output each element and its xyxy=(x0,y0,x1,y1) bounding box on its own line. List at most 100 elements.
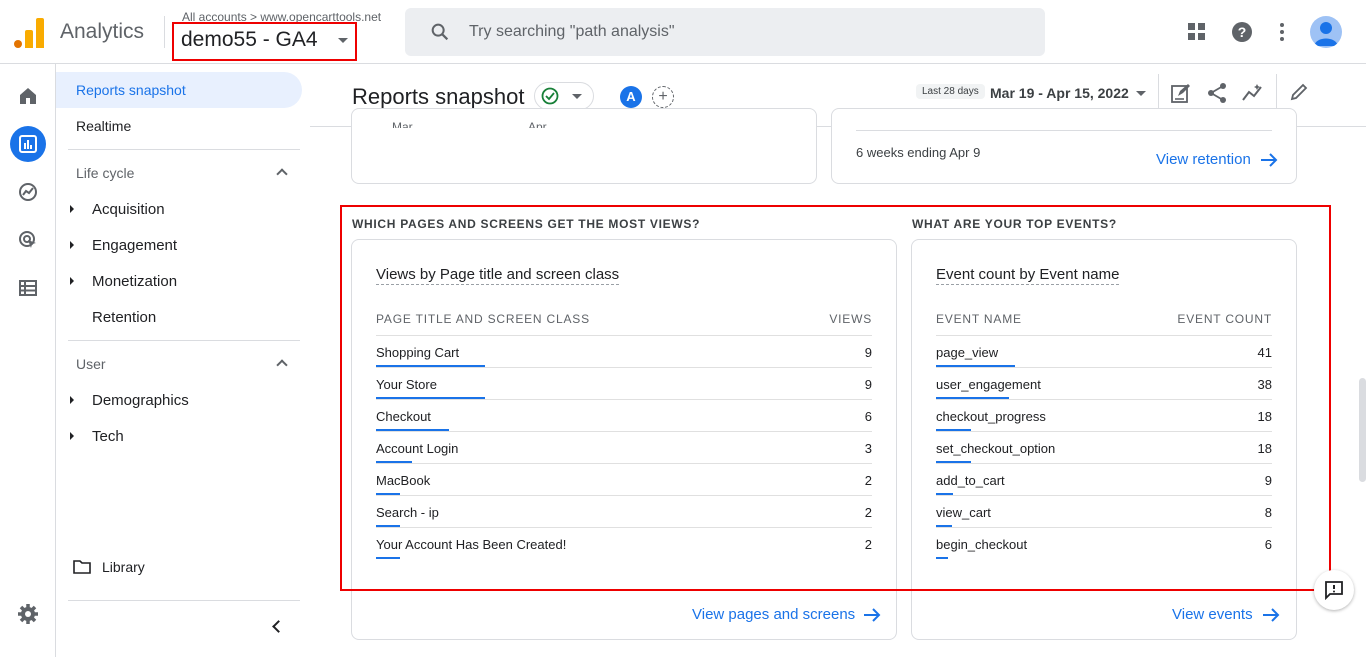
row-value: 2 xyxy=(864,505,872,520)
expand-arrow-icon[interactable] xyxy=(70,205,74,213)
feedback-button[interactable] xyxy=(1314,570,1354,610)
nav-acquisition[interactable]: Acquisition xyxy=(92,201,165,218)
help-icon[interactable]: ? xyxy=(1231,21,1253,43)
table-row[interactable]: Your Account Has Been Created! 2 xyxy=(376,527,872,559)
events-section-heading: WHAT ARE YOUR TOP EVENTS? xyxy=(912,217,1117,231)
row-label: set_checkout_option xyxy=(936,441,1056,456)
table-row[interactable]: Your Store 9 xyxy=(376,367,872,399)
search-bar[interactable]: Try searching "path analysis" xyxy=(405,8,1045,56)
row-label: Your Account Has Been Created! xyxy=(376,537,567,552)
nav-realtime[interactable]: Realtime xyxy=(76,118,131,134)
share-icon[interactable] xyxy=(1207,82,1227,104)
row-label: MacBook xyxy=(376,473,431,488)
table-row[interactable]: Shopping Cart 9 xyxy=(376,335,872,367)
row-value: 18 xyxy=(1257,409,1272,424)
expand-arrow-icon[interactable] xyxy=(70,396,74,404)
chevron-up-icon[interactable] xyxy=(276,359,288,371)
row-label: Search - ip xyxy=(376,505,439,520)
account-icon xyxy=(1314,22,1338,46)
svg-text:?: ? xyxy=(1238,24,1247,40)
expand-arrow-icon[interactable] xyxy=(70,432,74,440)
pages-card: Views by Page title and screen class PAG… xyxy=(351,239,897,640)
edit-icon[interactable] xyxy=(1289,82,1309,102)
nav-section-lifecycle[interactable]: Life cycle xyxy=(76,165,134,181)
customize-report-icon[interactable] xyxy=(1170,82,1192,104)
configure-icon[interactable] xyxy=(10,270,46,306)
pages-card-title[interactable]: Views by Page title and screen class xyxy=(376,266,620,285)
row-label: begin_checkout xyxy=(936,537,1028,552)
table-row[interactable]: Search - ip 2 xyxy=(376,495,872,527)
advertising-icon[interactable] xyxy=(10,222,46,258)
axis-label: Apr xyxy=(528,120,547,128)
apps-icon[interactable] xyxy=(1187,22,1207,42)
date-range-selector[interactable]: Mar 19 - Apr 15, 2022 xyxy=(990,85,1129,101)
nav-reports-snapshot[interactable]: Reports snapshot xyxy=(76,82,186,98)
view-pages-link[interactable]: View pages and screens xyxy=(692,606,855,623)
expand-arrow-icon[interactable] xyxy=(70,241,74,249)
arrow-right-icon[interactable] xyxy=(863,608,881,622)
table-row[interactable]: checkout_progress 18 xyxy=(936,399,1272,431)
reports-icon[interactable] xyxy=(10,126,46,162)
view-retention-link[interactable]: View retention xyxy=(1156,151,1251,168)
arrow-right-icon[interactable] xyxy=(1260,153,1278,167)
table-row[interactable]: set_checkout_option 18 xyxy=(936,431,1272,463)
report-content: Mar Apr 6 weeks ending Apr 9 View retent… xyxy=(310,108,1350,657)
table-row[interactable]: page_view 41 xyxy=(936,335,1272,367)
nav-engagement[interactable]: Engagement xyxy=(92,237,177,254)
property-highlight-box xyxy=(172,22,357,61)
scrollbar[interactable] xyxy=(1359,378,1366,482)
nav-retention[interactable]: Retention xyxy=(92,309,156,326)
explore-icon[interactable] xyxy=(10,174,46,210)
retention-note: 6 weeks ending Apr 9 xyxy=(856,145,981,160)
left-rail xyxy=(0,64,56,657)
nav-demographics[interactable]: Demographics xyxy=(92,392,189,409)
nav-section-user[interactable]: User xyxy=(76,356,106,372)
check-circle-icon xyxy=(541,87,559,105)
divider xyxy=(856,130,1272,131)
events-card-title[interactable]: Event count by Event name xyxy=(936,266,1120,285)
divider xyxy=(1158,74,1159,110)
table-row[interactable]: add_to_cart 9 xyxy=(936,463,1272,495)
row-value: 41 xyxy=(1257,345,1272,360)
previous-card-left: Mar Apr xyxy=(351,108,817,184)
table-row[interactable]: Checkout 6 xyxy=(376,399,872,431)
divider xyxy=(164,16,165,48)
events-card: Event count by Event name EVENT NAME EVE… xyxy=(911,239,1297,640)
feedback-icon xyxy=(1325,581,1343,600)
settings-icon[interactable] xyxy=(10,596,46,632)
table-row[interactable]: Account Login 3 xyxy=(376,431,872,463)
home-icon[interactable] xyxy=(10,78,46,114)
view-events-link[interactable]: View events xyxy=(1172,606,1253,623)
table-row[interactable]: view_cart 8 xyxy=(936,495,1272,527)
chevron-down-icon[interactable] xyxy=(1136,91,1146,96)
collapse-nav-icon[interactable] xyxy=(272,620,285,633)
row-label: page_view xyxy=(936,345,999,360)
insights-icon[interactable] xyxy=(1241,82,1265,104)
nav-library[interactable]: Library xyxy=(102,559,145,575)
pages-col-label: PAGE TITLE AND SCREEN CLASS xyxy=(376,312,590,326)
folder-icon[interactable] xyxy=(73,560,91,574)
table-row[interactable]: user_engagement 38 xyxy=(936,367,1272,399)
avatar[interactable] xyxy=(1310,16,1342,48)
row-label: Account Login xyxy=(376,441,459,456)
comparison-badge[interactable]: A xyxy=(620,86,642,108)
analytics-logo[interactable] xyxy=(14,16,44,48)
row-value: 9 xyxy=(1264,473,1272,488)
expand-arrow-icon[interactable] xyxy=(70,277,74,285)
add-comparison-button[interactable]: + xyxy=(652,86,674,108)
status-pill[interactable] xyxy=(534,82,594,110)
row-value: 2 xyxy=(864,537,872,552)
nav-tech[interactable]: Tech xyxy=(92,428,124,445)
chevron-up-icon[interactable] xyxy=(276,168,288,180)
row-label: Checkout xyxy=(376,409,431,424)
table-row[interactable]: begin_checkout 6 xyxy=(936,527,1272,559)
nav-monetization[interactable]: Monetization xyxy=(92,273,177,290)
events-col-label: EVENT NAME xyxy=(936,312,1022,326)
arrow-right-icon[interactable] xyxy=(1262,608,1280,622)
more-vert-icon[interactable] xyxy=(1276,22,1288,42)
analytics-app: Analytics All accounts > www.opencarttoo… xyxy=(0,0,1366,657)
table-row[interactable]: MacBook 2 xyxy=(376,463,872,495)
row-value: 6 xyxy=(864,409,872,424)
search-icon xyxy=(431,23,449,41)
search-input[interactable]: Try searching "path analysis" xyxy=(469,23,675,41)
